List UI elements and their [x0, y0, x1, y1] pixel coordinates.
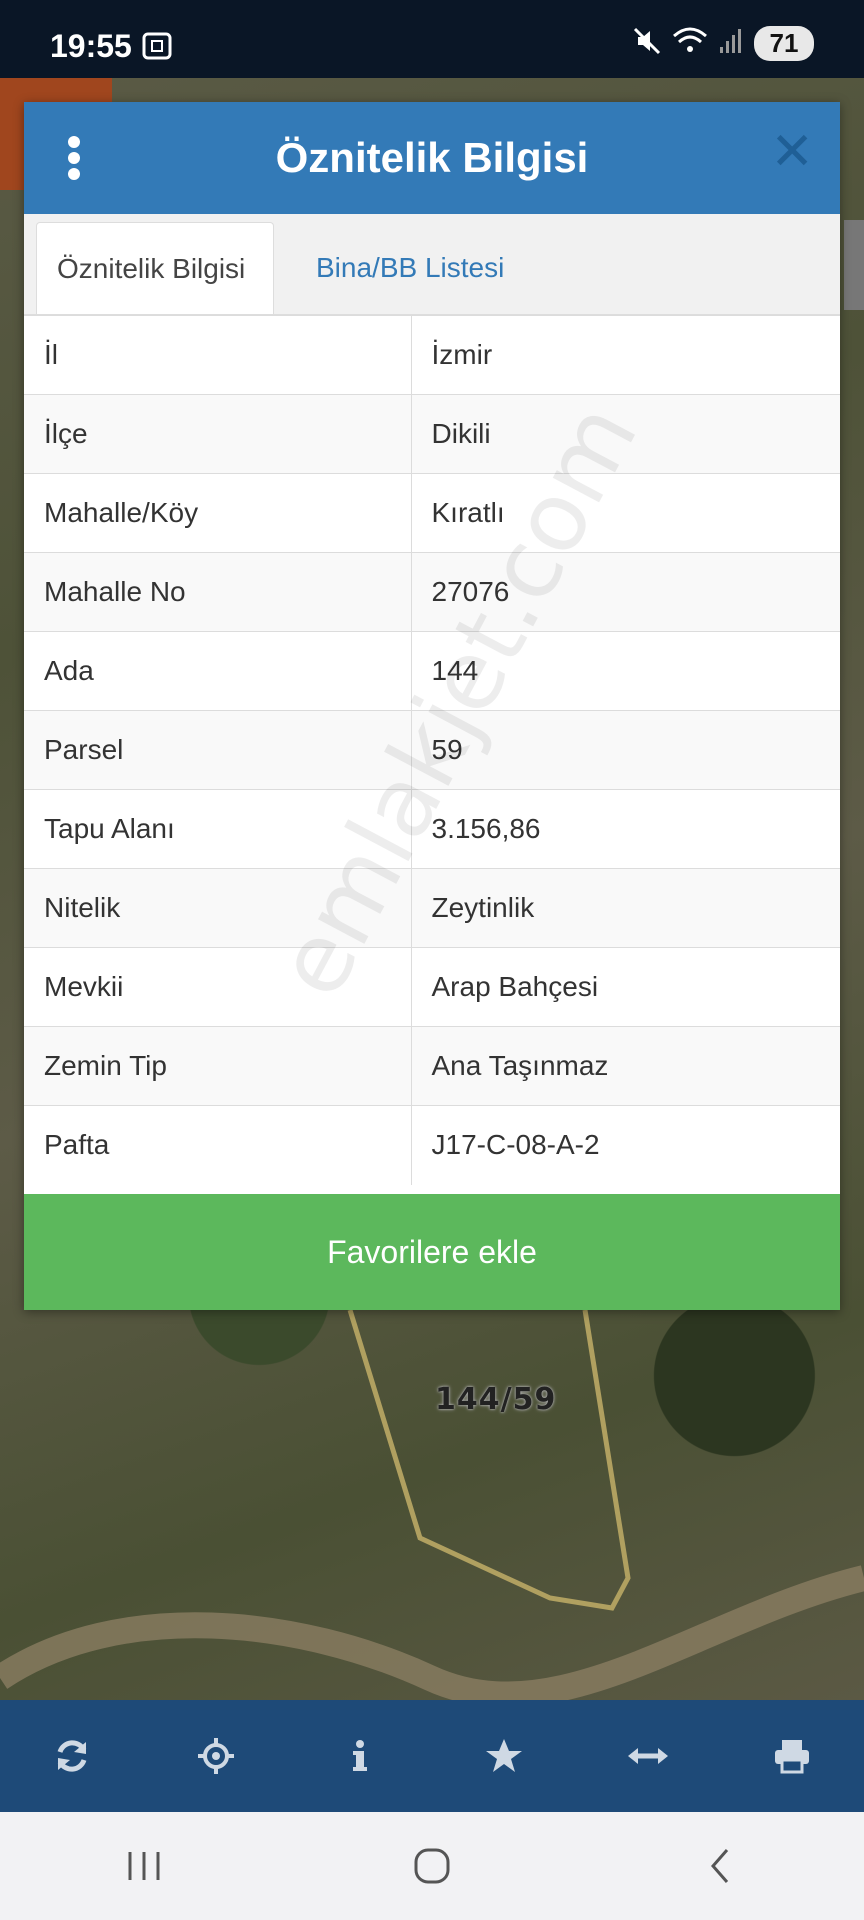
- row-key: Pafta: [24, 1105, 412, 1185]
- recent-apps-icon[interactable]: [104, 1836, 184, 1896]
- table-row: Parsel 59: [24, 710, 840, 790]
- row-key: Ada: [24, 631, 412, 711]
- home-icon[interactable]: [392, 1836, 472, 1896]
- dialog-header: Öznitelik Bilgisi ✕: [24, 102, 840, 214]
- measure-icon[interactable]: [618, 1726, 678, 1786]
- row-value: 3.156,86: [411, 789, 840, 869]
- dialog-tabs: Öznitelik Bilgisi Bina/BB Listesi: [24, 214, 840, 315]
- row-key: Parsel: [24, 710, 412, 790]
- table-row: Mahalle/Köy Kıratlı: [24, 473, 840, 553]
- system-nav-bar: [0, 1812, 864, 1920]
- row-value: Arap Bahçesi: [411, 947, 840, 1027]
- info-icon[interactable]: [330, 1726, 390, 1786]
- battery-indicator: 71: [754, 26, 814, 61]
- map-side-handle[interactable]: [844, 220, 864, 310]
- attribute-dialog: Öznitelik Bilgisi ✕ Öznitelik Bilgisi Bi…: [24, 102, 840, 1310]
- refresh-icon[interactable]: [42, 1726, 102, 1786]
- row-key: Mahalle/Köy: [24, 473, 412, 553]
- attribute-table: İl İzmir İlçe Dikili Mahalle/Köy Kıratlı Ma…: [24, 315, 840, 1185]
- row-key: Mevkii: [24, 947, 412, 1027]
- row-value: J17-C-08-A-2: [411, 1105, 840, 1185]
- status-bar: 19:55 71: [0, 0, 864, 78]
- status-time: 19:55: [50, 28, 132, 64]
- table-row: Mahalle No 27076: [24, 552, 840, 632]
- row-value: Ana Taşınmaz: [411, 1026, 840, 1106]
- back-icon[interactable]: [680, 1836, 760, 1896]
- row-key: Zemin Tip: [24, 1026, 412, 1106]
- table-row: Tapu Alanı 3.156,86: [24, 789, 840, 869]
- row-value: 27076: [411, 552, 840, 632]
- add-favorite-button[interactable]: Favorilere ekle: [24, 1194, 840, 1310]
- row-value: Zeytinlik: [411, 868, 840, 948]
- map-toolbar: [0, 1700, 864, 1812]
- table-row: Ada 144: [24, 631, 840, 711]
- close-icon[interactable]: ✕: [770, 126, 814, 178]
- table-row: İlçe Dikili: [24, 394, 840, 474]
- table-row: Zemin Tip Ana Taşınmaz: [24, 1026, 840, 1106]
- row-value: 144: [411, 631, 840, 711]
- tab-attributes[interactable]: Öznitelik Bilgisi: [36, 222, 274, 314]
- row-key: Nitelik: [24, 868, 412, 948]
- signal-icon: [718, 27, 744, 60]
- row-value: 59: [411, 710, 840, 790]
- star-icon[interactable]: [474, 1726, 534, 1786]
- locate-icon[interactable]: [186, 1726, 246, 1786]
- table-row: Nitelik Zeytinlik: [24, 868, 840, 948]
- row-key: İlçe: [24, 394, 412, 474]
- row-key: Mahalle No: [24, 552, 412, 632]
- print-icon[interactable]: [762, 1726, 822, 1786]
- row-value: İzmir: [411, 315, 840, 395]
- row-value: Kıratlı: [411, 473, 840, 553]
- row-key: Tapu Alanı: [24, 789, 412, 869]
- dialog-title: Öznitelik Bilgisi: [275, 134, 589, 181]
- table-row: Mevkii Arap Bahçesi: [24, 947, 840, 1027]
- row-value: Dikili: [411, 394, 840, 474]
- row-key: İl: [24, 315, 412, 395]
- table-row: Pafta J17-C-08-A-2: [24, 1105, 840, 1185]
- screenshot-icon: [142, 32, 172, 65]
- parcel-label: 144/59: [435, 1382, 557, 1417]
- mute-icon: [632, 26, 662, 61]
- tab-building-list[interactable]: Bina/BB Listesi: [296, 222, 524, 314]
- wifi-icon: [672, 26, 708, 61]
- table-row: İl İzmir: [24, 315, 840, 395]
